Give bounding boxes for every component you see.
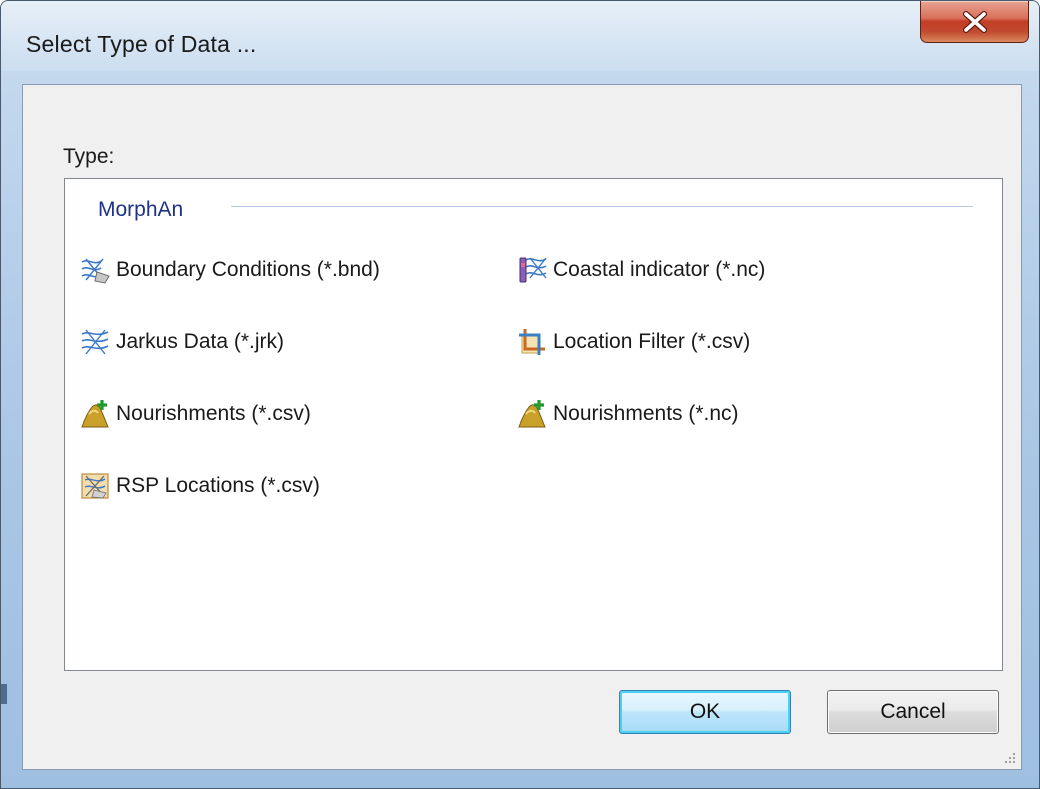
list-item-label: Coastal indicator (*.nc) xyxy=(553,258,766,281)
window-edge-accent xyxy=(1,684,7,704)
list-item-nourishments-nc[interactable]: Nourishments (*.nc) xyxy=(514,396,739,432)
list-item-label: Nourishments (*.nc) xyxy=(553,402,739,425)
close-icon xyxy=(962,10,987,33)
list-item-label: Jarkus Data (*.jrk) xyxy=(116,330,285,353)
list-item-rsp-locations[interactable]: RSP Locations (*.csv) xyxy=(77,468,320,504)
dialog-window: Select Type of Data ... Type: MorphAn Bo… xyxy=(0,0,1040,789)
ok-button[interactable]: OK xyxy=(619,690,791,734)
jarkus-data-icon xyxy=(77,324,113,360)
cancel-button[interactable]: Cancel xyxy=(827,690,999,734)
type-listview[interactable]: MorphAn Boundary Conditions (*.bnd) Coas… xyxy=(64,178,1003,671)
group-divider xyxy=(231,206,973,207)
list-item-location-filter[interactable]: Location Filter (*.csv) xyxy=(514,324,750,360)
list-item-label: RSP Locations (*.csv) xyxy=(116,474,320,497)
nourishments-icon xyxy=(77,396,113,432)
rsp-locations-icon xyxy=(77,468,113,504)
group-title: MorphAn xyxy=(98,198,184,221)
resize-grip-icon[interactable] xyxy=(1003,751,1017,765)
close-button[interactable] xyxy=(920,1,1029,43)
list-item-nourishments-csv[interactable]: Nourishments (*.csv) xyxy=(77,396,311,432)
list-item-boundary-conditions[interactable]: Boundary Conditions (*.bnd) xyxy=(77,252,380,288)
location-filter-icon xyxy=(514,324,550,360)
boundary-conditions-icon xyxy=(77,252,113,288)
nourishments-icon xyxy=(514,396,550,432)
window-title: Select Type of Data ... xyxy=(26,31,257,57)
list-item-jarkus-data[interactable]: Jarkus Data (*.jrk) xyxy=(77,324,284,360)
coastal-indicator-icon xyxy=(514,252,550,288)
list-item-coastal-indicator[interactable]: Coastal indicator (*.nc) xyxy=(514,252,765,288)
list-item-label: Boundary Conditions (*.bnd) xyxy=(116,258,380,281)
type-label: Type: xyxy=(63,145,115,168)
list-item-label: Nourishments (*.csv) xyxy=(116,402,311,425)
list-item-label: Location Filter (*.csv) xyxy=(553,330,751,353)
group-header-morphan[interactable]: MorphAn xyxy=(98,197,183,223)
dialog-client-area: Type: MorphAn Boundary Conditions (*.bnd… xyxy=(22,84,1022,770)
